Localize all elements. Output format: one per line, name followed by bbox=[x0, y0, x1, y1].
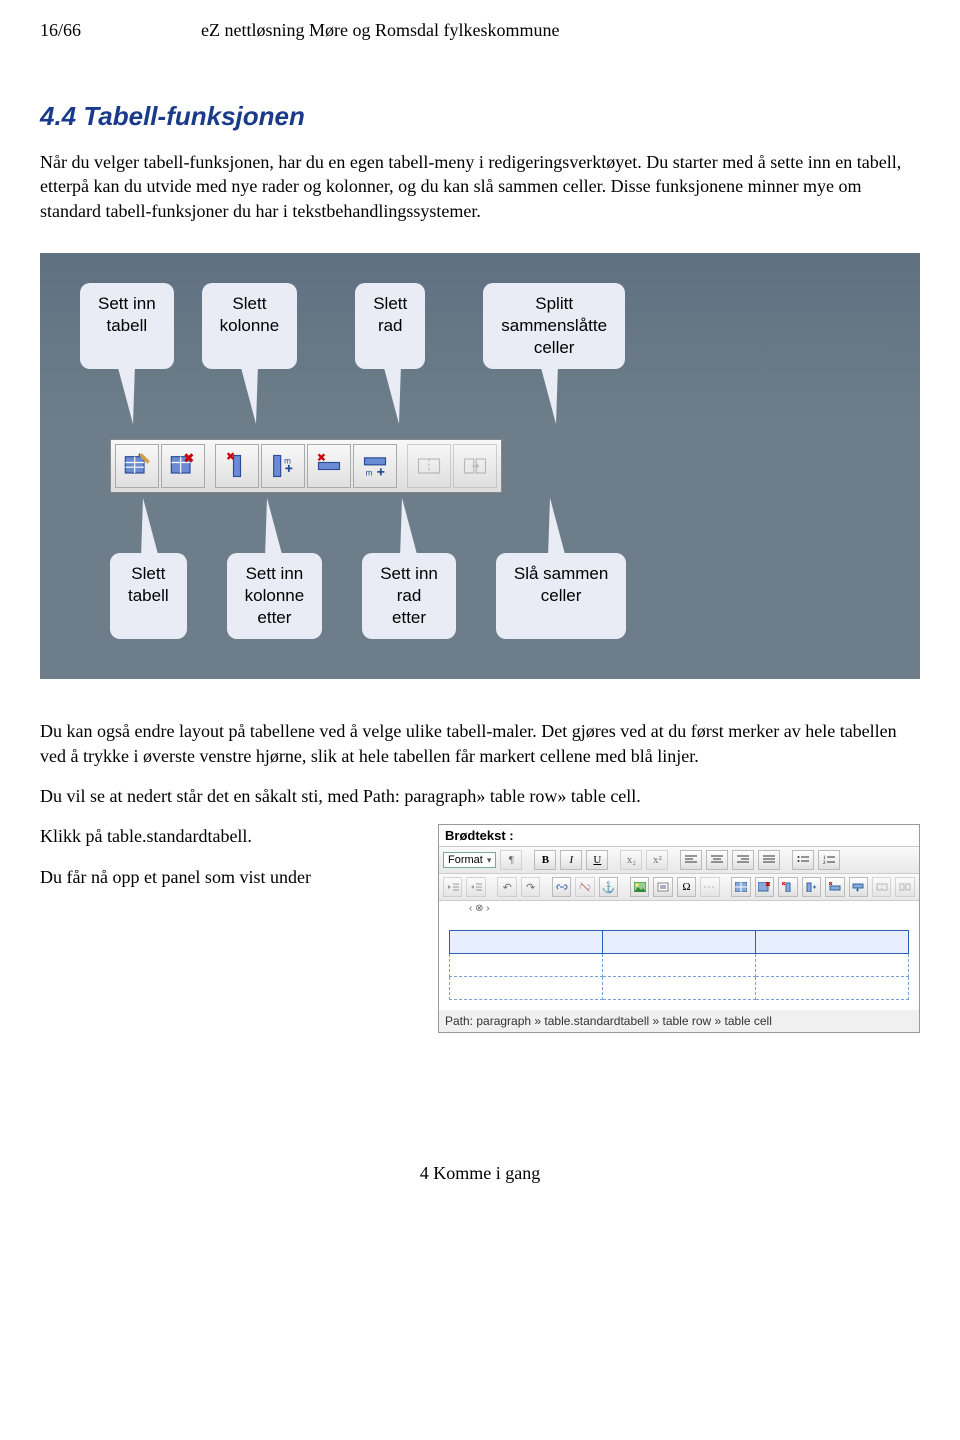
table-delete-button[interactable] bbox=[755, 877, 774, 897]
insert-column-after-icon[interactable]: m bbox=[261, 444, 305, 488]
svg-text:m: m bbox=[284, 457, 291, 466]
toolbar-callout-diagram: Sett inn tabell Slett kolonne Slett rad … bbox=[40, 253, 920, 680]
table-cell[interactable] bbox=[450, 954, 603, 977]
indent-button[interactable] bbox=[466, 877, 485, 897]
align-right-button[interactable] bbox=[732, 850, 754, 870]
page-indicator: 16/66 bbox=[40, 20, 81, 41]
label-split-merged-cells: Splitt sammenslåtte celler bbox=[483, 283, 625, 369]
anchor-button[interactable]: ⚓ bbox=[599, 877, 618, 897]
merge-cell-button[interactable] bbox=[895, 877, 914, 897]
paragraph-intro: Når du velger tabell-funksjonen, har du … bbox=[40, 150, 920, 223]
svg-text:m: m bbox=[366, 469, 373, 478]
list-ol-button[interactable]: 12 bbox=[818, 850, 840, 870]
footer-chapter: 4 Komme i gang bbox=[40, 1163, 920, 1184]
format-dropdown[interactable]: Format bbox=[443, 852, 496, 868]
list-ul-button[interactable] bbox=[792, 850, 814, 870]
paragraph-path: Du vil se at nedert står det en såkalt s… bbox=[40, 784, 920, 808]
section-heading: 4.4 Tabell-funksjonen bbox=[40, 101, 920, 132]
table-cell[interactable] bbox=[450, 977, 603, 1000]
undo-button[interactable]: ↶ bbox=[497, 877, 516, 897]
split-cell-button[interactable] bbox=[872, 877, 891, 897]
split-cells-icon[interactable] bbox=[407, 444, 451, 488]
link-button[interactable] bbox=[552, 877, 571, 897]
underline-button[interactable]: U bbox=[586, 850, 608, 870]
object-button[interactable] bbox=[653, 877, 672, 897]
delete-row-icon[interactable] bbox=[307, 444, 351, 488]
editor-path[interactable]: Path: paragraph » table.standardtabell »… bbox=[439, 1010, 919, 1032]
editor-panel-screenshot: Brødtekst : Format ¶ B I U x₂ x² bbox=[438, 824, 920, 1033]
image-button[interactable] bbox=[630, 877, 649, 897]
table-cell[interactable] bbox=[603, 977, 756, 1000]
table-cell[interactable] bbox=[603, 931, 756, 954]
table-cell[interactable] bbox=[450, 931, 603, 954]
bold-button[interactable]: B bbox=[534, 850, 556, 870]
label-insert-row-after: Sett inn rad etter bbox=[362, 553, 456, 639]
special-char-button[interactable]: Ω bbox=[677, 877, 696, 897]
delete-column-icon[interactable] bbox=[215, 444, 259, 488]
table-cell[interactable] bbox=[603, 954, 756, 977]
sample-table[interactable] bbox=[449, 930, 909, 1000]
unlink-button[interactable] bbox=[575, 877, 594, 897]
svg-text:2: 2 bbox=[823, 861, 826, 865]
pilcrow-icon[interactable]: ¶ bbox=[500, 850, 522, 870]
outdent-button[interactable] bbox=[443, 877, 462, 897]
table-toolbar: m m bbox=[110, 439, 502, 493]
table-handles: ‹ ⊗ › bbox=[439, 901, 919, 920]
label-insert-table: Sett inn tabell bbox=[80, 283, 174, 369]
redo-button[interactable]: ↷ bbox=[521, 877, 540, 897]
delete-table-icon[interactable] bbox=[161, 444, 205, 488]
pagebreak-button[interactable] bbox=[700, 877, 719, 897]
doc-title: eZ nettløsning Møre og Romsdal fylkeskom… bbox=[201, 20, 559, 41]
superscript-button[interactable]: x² bbox=[646, 850, 668, 870]
subscript-button[interactable]: x₂ bbox=[620, 850, 642, 870]
editor-title: Brødtekst : bbox=[439, 825, 919, 847]
insert-table-icon[interactable] bbox=[115, 444, 159, 488]
align-center-button[interactable] bbox=[706, 850, 728, 870]
paragraph-layout: Du kan også endre layout på tabellene ve… bbox=[40, 719, 920, 768]
label-delete-column: Slett kolonne bbox=[202, 283, 298, 369]
table-cell[interactable] bbox=[756, 977, 909, 1000]
row-insert-button[interactable] bbox=[849, 877, 868, 897]
row-delete-button[interactable] bbox=[825, 877, 844, 897]
col-delete-button[interactable] bbox=[778, 877, 797, 897]
merge-cells-icon[interactable] bbox=[453, 444, 497, 488]
label-delete-row: Slett rad bbox=[355, 283, 425, 369]
align-left-button[interactable] bbox=[680, 850, 702, 870]
col-insert-button[interactable] bbox=[802, 877, 821, 897]
label-delete-table: Slett tabell bbox=[110, 553, 187, 639]
table-cell[interactable] bbox=[756, 931, 909, 954]
italic-button[interactable]: I bbox=[560, 850, 582, 870]
label-merge-cells: Slå sammen celler bbox=[496, 553, 626, 639]
insert-row-after-icon[interactable]: m bbox=[353, 444, 397, 488]
table-cell[interactable] bbox=[756, 954, 909, 977]
align-justify-button[interactable] bbox=[758, 850, 780, 870]
label-insert-column-after: Sett inn kolonne etter bbox=[227, 553, 323, 639]
table-insert-button[interactable] bbox=[731, 877, 750, 897]
